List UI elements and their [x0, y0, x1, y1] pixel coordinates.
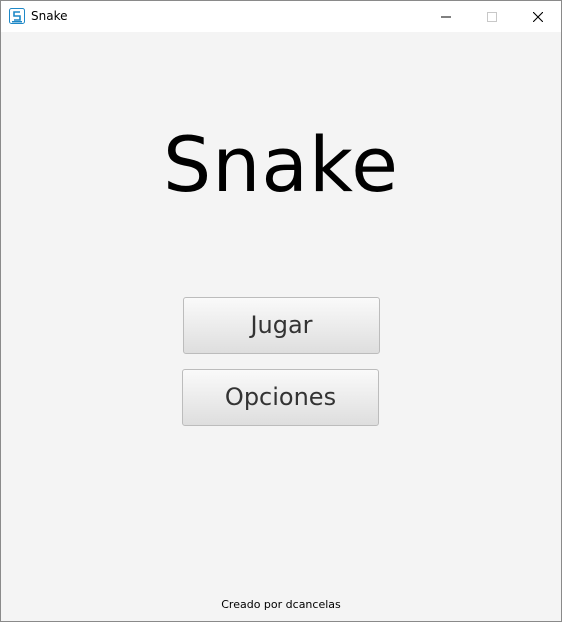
app-icon: [9, 8, 25, 24]
game-title: Snake: [162, 120, 400, 209]
minimize-icon: [441, 16, 451, 17]
main-menu: Snake Jugar Opciones Creado por dcancela…: [1, 32, 561, 621]
options-button[interactable]: Opciones: [182, 369, 379, 426]
play-button[interactable]: Jugar: [183, 297, 380, 354]
app-window: Snake Snake Jugar Opciones Creado por dc…: [0, 0, 562, 622]
credits-label: Creado por dcancelas: [221, 598, 341, 611]
window-title: Snake: [31, 9, 68, 23]
minimize-button[interactable]: [423, 1, 469, 32]
title-bar[interactable]: Snake: [1, 1, 561, 32]
close-icon: [533, 11, 543, 22]
maximize-icon: [487, 11, 497, 22]
maximize-button[interactable]: [469, 1, 515, 32]
close-button[interactable]: [515, 1, 561, 32]
